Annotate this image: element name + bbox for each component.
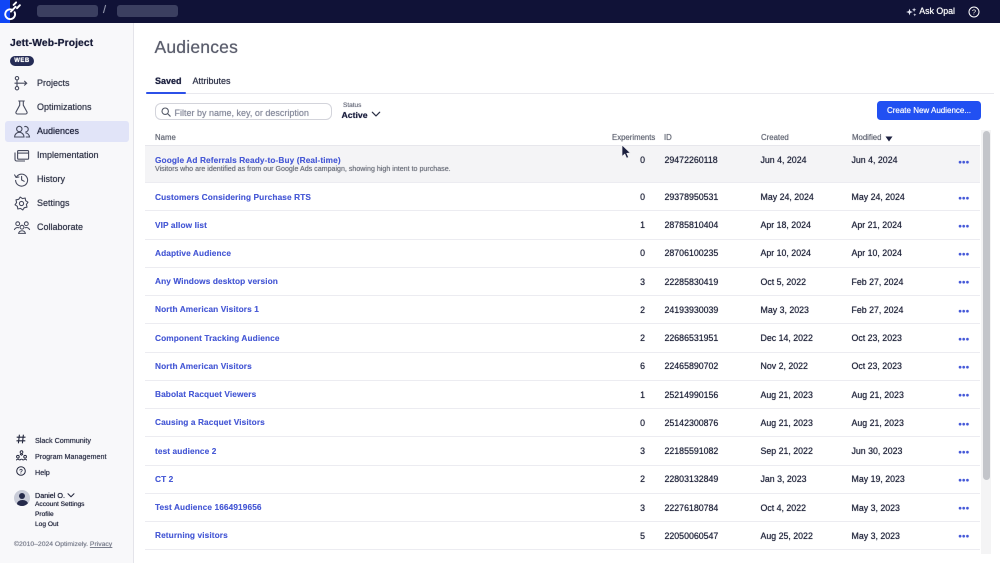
- svg-text:?: ?: [19, 468, 23, 475]
- svg-text:?: ?: [971, 8, 975, 17]
